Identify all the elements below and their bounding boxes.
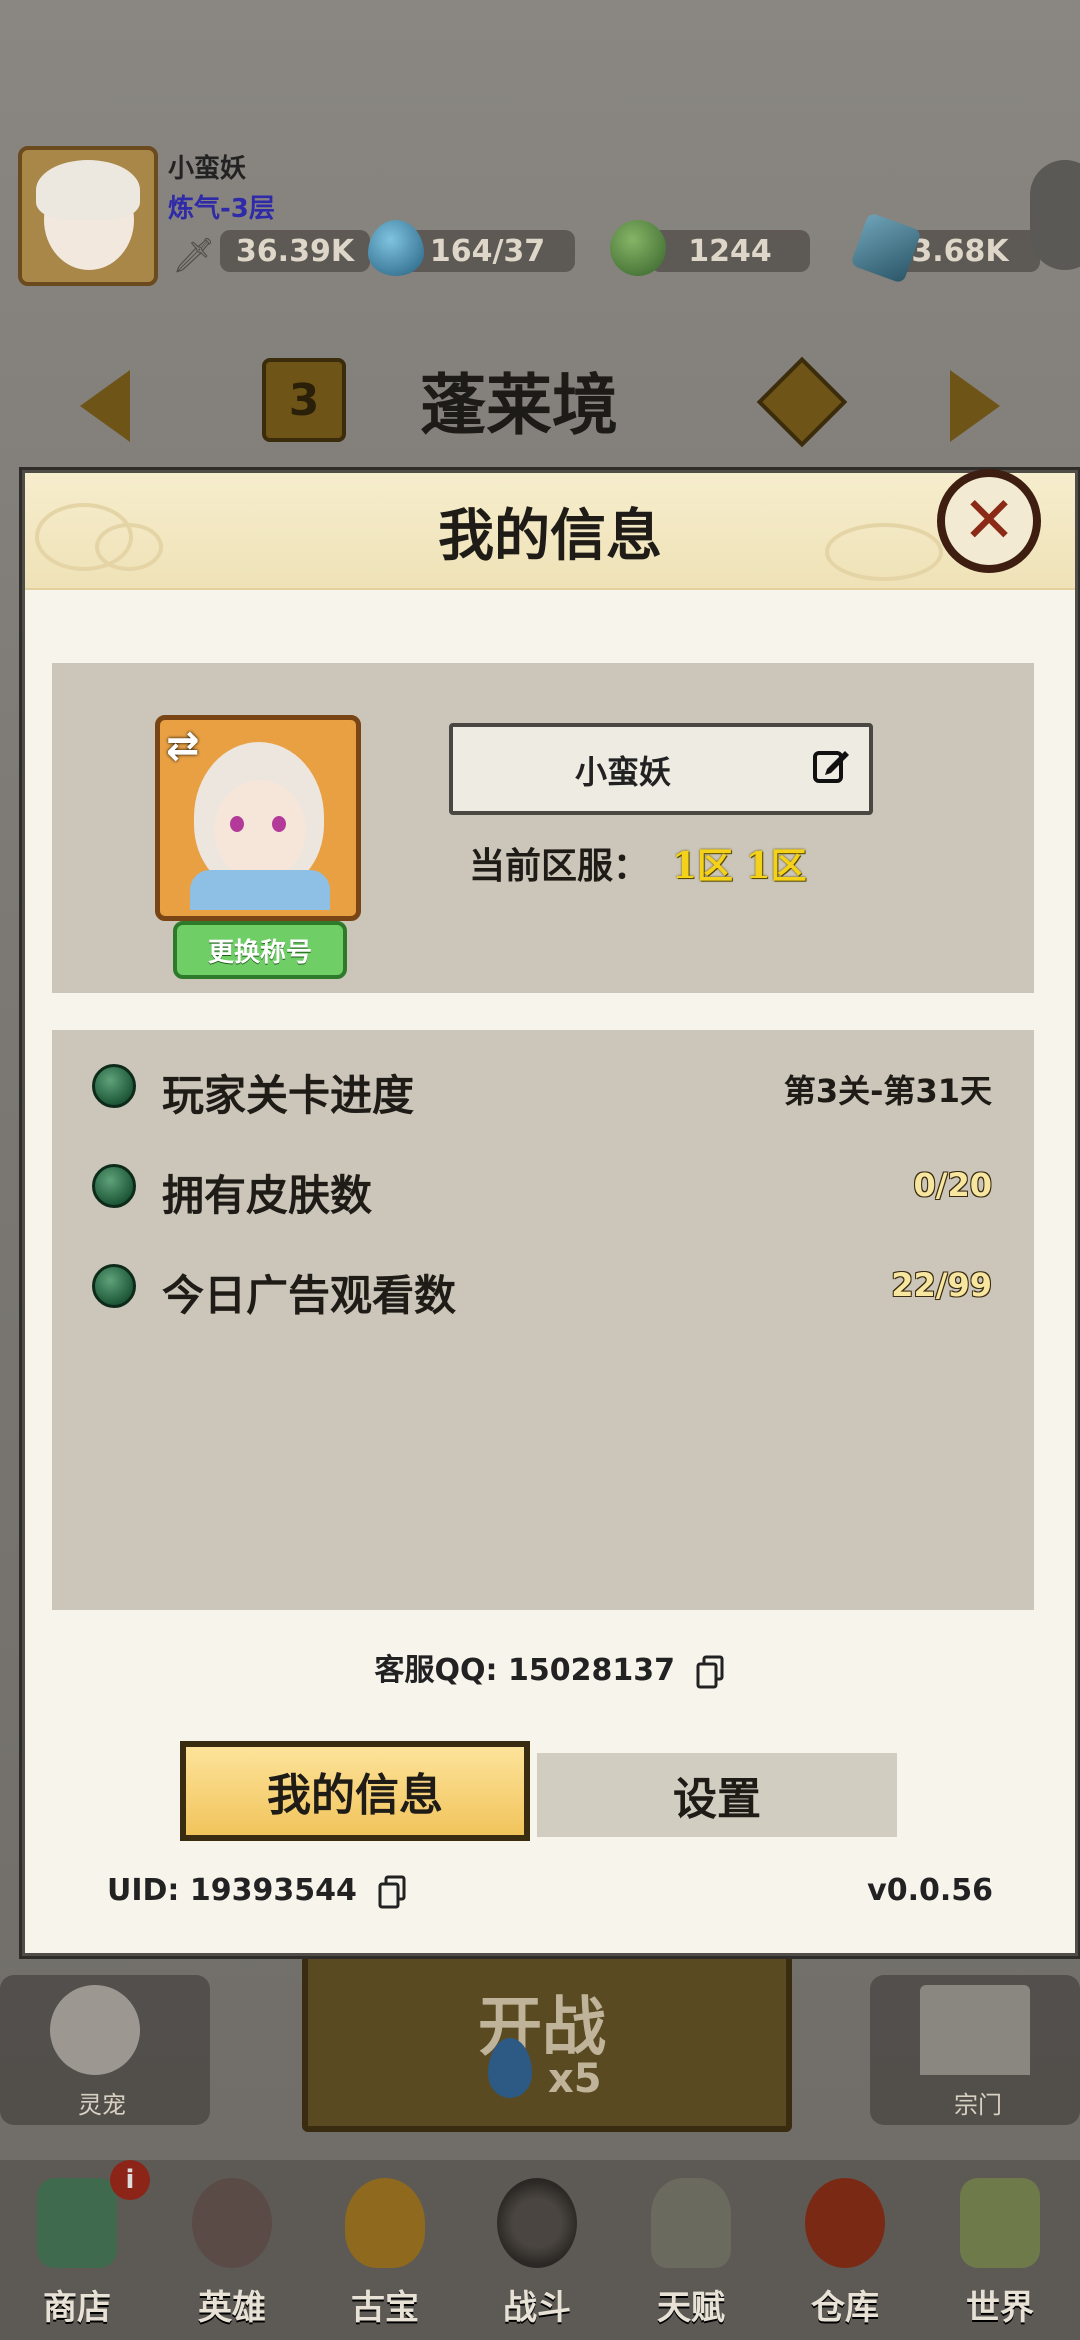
nav-hero-label: 英雄 <box>198 2288 266 2328</box>
stats-panel: 玩家关卡进度 第3关-第31天 拥有皮肤数 0/20 今日广告观看数 22/99 <box>52 1030 1034 1610</box>
info-badge-icon: i <box>110 2160 150 2200</box>
qq-float-icon[interactable] <box>1030 160 1080 270</box>
uid-text: UID: 19393544 <box>107 1873 357 1908</box>
tab-settings[interactable]: 设置 <box>537 1753 897 1837</box>
stage-title: 蓬莱境 <box>420 366 618 444</box>
sect-label: 宗门 <box>954 2091 1002 2119</box>
close-icon: ✕ <box>962 484 1016 558</box>
app-version: v0.0.56 <box>867 1873 993 1908</box>
stat-row-stage-progress: 玩家关卡进度 第3关-第31天 <box>92 1050 992 1120</box>
stat-label: 玩家关卡进度 <box>162 1071 415 1120</box>
customer-service-qq: 客服QQ: 15028137 <box>25 1645 1075 1689</box>
yin-yang-icon <box>497 2178 577 2268</box>
server-label: 当前区服： <box>469 845 650 887</box>
close-button[interactable]: ✕ <box>937 469 1041 573</box>
nav-battle-label: 战斗 <box>503 2288 571 2328</box>
stat-label: 今日广告观看数 <box>162 1271 457 1320</box>
avatar-outfit <box>190 870 330 910</box>
pagoda-icon <box>37 2178 117 2268</box>
nav-world[interactable]: 世界 <box>925 2160 1075 2340</box>
nav-battle[interactable]: 战斗 <box>462 2160 612 2340</box>
fox-icon <box>50 1985 140 2075</box>
nav-hero[interactable]: 英雄 <box>157 2160 307 2340</box>
coin-resource[interactable]: 1244 <box>650 230 810 272</box>
prev-stage-arrow-icon[interactable] <box>80 370 130 442</box>
hero-icon <box>192 2178 272 2268</box>
uid-row: UID: 19393544 <box>107 1873 407 1909</box>
nav-shop[interactable]: i 商店 <box>2 2160 152 2340</box>
crystal-icon <box>850 212 922 284</box>
stamina-resource[interactable]: 164/37 <box>400 230 575 272</box>
coin-value: 1244 <box>688 233 772 269</box>
profile-panel: ⇄ 更换称号 小蛮妖 当前区服： 1区 1区 <box>52 663 1034 993</box>
tab-my-info[interactable]: 我的信息 <box>180 1741 530 1841</box>
edit-icon[interactable] <box>811 745 851 785</box>
stage-bar: 3 蓬莱境 <box>0 340 1080 450</box>
stat-value: 22/99 <box>891 1266 992 1304</box>
nav-world-label: 世界 <box>966 2288 1034 2328</box>
gourd-icon <box>345 2178 425 2268</box>
jade-bullet-icon <box>92 1164 136 1208</box>
customer-service-qq-text: 客服QQ: 15028137 <box>374 1653 675 1688</box>
crystal-value: 3.68K <box>911 233 1009 269</box>
start-battle-button[interactable]: 开战 x5 <box>302 1950 792 2132</box>
player-header: 小蛮妖 炼气-3层 36.39K 🗡 164/37 1244 3.68K <box>0 140 1080 300</box>
avatar-eye <box>230 816 244 832</box>
nav-shop-label: 商店 <box>43 2288 111 2328</box>
world-map-icon <box>960 2178 1040 2268</box>
dialog-header: 我的信息 ✕ <box>25 469 1075 590</box>
server-value: 1区 1区 <box>672 845 807 887</box>
player-name: 小蛮妖 <box>168 154 247 184</box>
power-value: 36.39K <box>235 233 355 269</box>
stat-value: 第3关-第31天 <box>783 1072 992 1110</box>
copy-icon[interactable] <box>377 1875 407 1909</box>
copy-icon[interactable] <box>695 1655 725 1689</box>
jade-bullet-icon <box>92 1264 136 1308</box>
stage-number: 3 <box>262 358 346 442</box>
swap-avatar-icon[interactable]: ⇄ <box>166 726 200 766</box>
stat-label: 拥有皮肤数 <box>162 1171 373 1220</box>
jade-bullet-icon <box>92 1064 136 1108</box>
meditating-monk-icon <box>651 2178 731 2268</box>
avatar-eye <box>272 816 286 832</box>
stamina-value: 164/37 <box>429 233 546 269</box>
stat-row-ads-watched: 今日广告观看数 22/99 <box>92 1250 992 1320</box>
nav-talent[interactable]: 天赋 <box>616 2160 766 2340</box>
bottom-nav: i 商店 英雄 古宝 战斗 天赋 仓库 世界 <box>0 2160 1080 2340</box>
stage-info-icon[interactable] <box>756 356 848 448</box>
player-name-field[interactable]: 小蛮妖 <box>449 723 873 815</box>
player-level: 炼气-3层 <box>168 194 275 224</box>
sect-button[interactable]: 宗门 <box>870 1975 1080 2125</box>
water-drop-icon <box>368 220 424 276</box>
stat-value: 0/20 <box>913 1166 992 1204</box>
change-title-button[interactable]: 更换称号 <box>173 921 347 979</box>
gate-icon <box>920 1985 1030 2075</box>
money-bag-icon <box>610 220 666 276</box>
sword-power-icon: 🗡 <box>172 236 216 276</box>
nav-talent-label: 天赋 <box>657 2288 725 2328</box>
nav-treasure-label: 古宝 <box>351 2288 419 2328</box>
avatar-face <box>214 780 306 880</box>
player-avatar[interactable] <box>18 146 158 286</box>
nav-warehouse[interactable]: 仓库 <box>770 2160 920 2340</box>
nav-treasure[interactable]: 古宝 <box>310 2160 460 2340</box>
pet-label: 灵宠 <box>78 2091 126 2119</box>
player-name-value: 小蛮妖 <box>574 753 671 791</box>
profile-avatar[interactable]: ⇄ <box>155 715 361 921</box>
my-info-dialog: 我的信息 ✕ ⇄ 更换称号 小蛮妖 当前区服： 1区 1区 玩家关卡进度 第3关… <box>22 469 1078 1956</box>
next-stage-arrow-icon[interactable] <box>950 370 1000 442</box>
bag-icon <box>805 2178 885 2268</box>
nav-warehouse-label: 仓库 <box>811 2288 879 2328</box>
pet-button[interactable]: 灵宠 <box>0 1975 210 2125</box>
battle-cost: x5 <box>548 2056 602 2102</box>
stat-row-skins: 拥有皮肤数 0/20 <box>92 1150 992 1220</box>
power-resource: 36.39K <box>220 230 370 272</box>
dialog-title: 我的信息 <box>438 503 662 569</box>
